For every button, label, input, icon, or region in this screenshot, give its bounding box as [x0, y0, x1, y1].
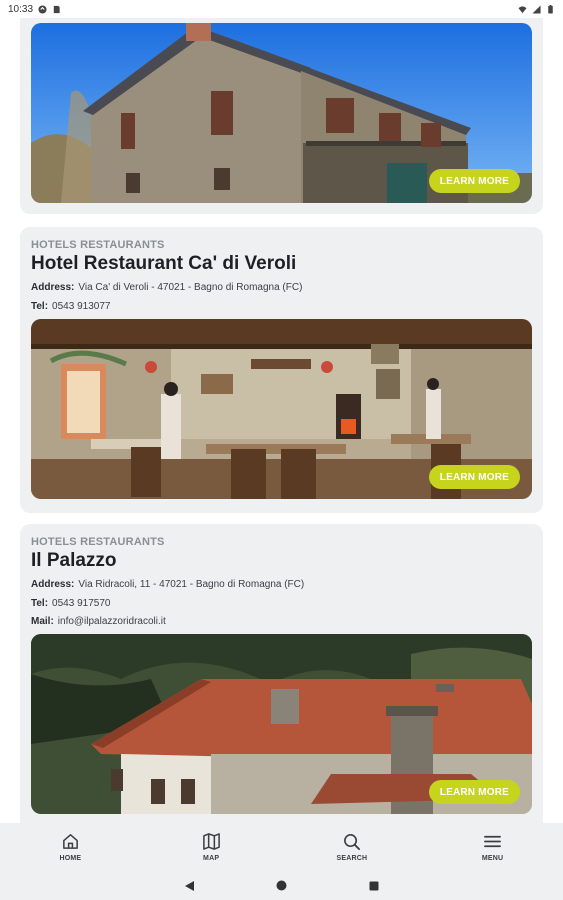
hotel-address: Address: Via Ca' di Veroli - 47021 - Bagn…	[31, 282, 302, 293]
search-icon	[344, 834, 361, 851]
hotel-name: Il Palazzo	[31, 550, 117, 571]
palazzo-roof-photo: LEARN MORE	[31, 634, 532, 814]
hotel-card: LEARN MORE	[20, 18, 543, 214]
hotel-card: HOTELS RESTAURANTS Il Palazzo Address: Vi…	[20, 524, 543, 823]
nav-search-label: SEARCH	[336, 855, 368, 862]
address-value: Via Ridracoli, 11 - 47021 - Bagno di Rom…	[78, 579, 305, 590]
tel-label: Tel:	[31, 301, 49, 312]
nav-home-label: HOME	[59, 855, 82, 862]
farmhouse-photo: LEARN MORE	[31, 23, 532, 203]
home-icon	[62, 834, 78, 849]
hotel-category: HOTELS RESTAURANTS	[31, 239, 165, 251]
nav-home[interactable]: HOME	[0, 823, 141, 871]
recents-square-icon	[369, 881, 378, 890]
recents-button[interactable]	[367, 879, 381, 893]
signal-icon	[532, 4, 541, 14]
tel-value[interactable]: 0543 917570	[52, 598, 110, 609]
status-time: 10:33	[8, 3, 34, 15]
nav-search[interactable]: SEARCH	[282, 823, 423, 871]
hotel-phone: Tel: 0543 913077	[31, 301, 110, 312]
back-button[interactable]	[183, 879, 197, 893]
map-icon	[202, 833, 220, 850]
hotel-card: HOTELS RESTAURANTS Hotel Restaurant Ca' …	[20, 227, 543, 513]
hotel-category: HOTELS RESTAURANTS	[31, 536, 165, 548]
app-screen: 10:33 LEARN MORE HOTELS RESTAURANTS Hote…	[0, 0, 563, 900]
battery-icon	[548, 4, 553, 14]
system-navigation-bar	[0, 871, 563, 900]
mail-value[interactable]: info@ilpalazzoridracoli.it	[58, 616, 166, 627]
learn-more-button[interactable]: LEARN MORE	[428, 465, 520, 489]
hotel-name: Hotel Restaurant Ca' di Veroli	[31, 253, 297, 274]
menu-icon	[484, 835, 502, 848]
nav-map-label: MAP	[203, 855, 220, 862]
wifi-icon	[518, 5, 527, 13]
nav-map[interactable]: MAP	[141, 823, 282, 871]
hotel-email: Mail: info@ilpalazzoridracoli.it	[31, 616, 166, 627]
restaurant-interior-photo: LEARN MORE	[31, 319, 532, 499]
sync-icon	[38, 4, 47, 14]
bottom-navigation: HOME MAP SEARCH MENU	[0, 823, 563, 871]
tel-value[interactable]: 0543 913077	[52, 301, 110, 312]
hotel-phone: Tel: 0543 917570	[31, 598, 110, 609]
hotel-list[interactable]: LEARN MORE HOTELS RESTAURANTS Hotel Rest…	[0, 18, 563, 823]
address-value: Via Ca' di Veroli - 47021 - Bagno di Rom…	[78, 282, 303, 293]
status-bar: 10:33	[0, 0, 563, 18]
mail-label: Mail:	[31, 616, 54, 627]
address-label: Address:	[31, 282, 75, 293]
home-circle-icon	[276, 880, 287, 891]
hotel-address: Address: Via Ridracoli, 11 - 47021 - Bagn…	[31, 579, 304, 590]
nav-menu-label: MENU	[481, 855, 504, 862]
address-label: Address:	[31, 579, 75, 590]
sim-icon	[53, 5, 60, 13]
back-triangle-icon	[185, 880, 194, 891]
tel-label: Tel:	[31, 598, 49, 609]
home-button[interactable]	[275, 879, 289, 893]
nav-menu[interactable]: MENU	[422, 823, 563, 871]
learn-more-button[interactable]: LEARN MORE	[428, 780, 520, 804]
learn-more-button[interactable]: LEARN MORE	[428, 169, 520, 193]
